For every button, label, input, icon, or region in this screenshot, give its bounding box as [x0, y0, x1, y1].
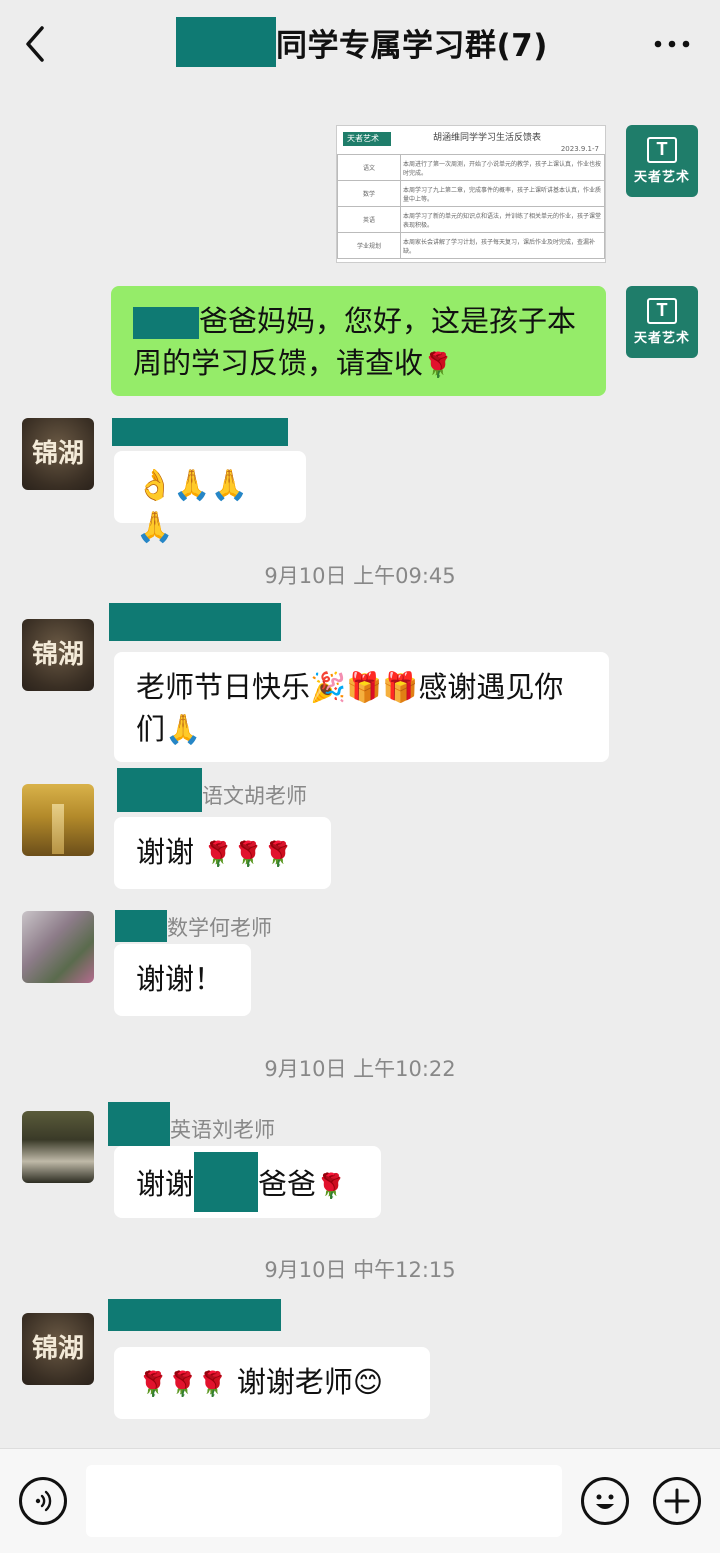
sender-name	[108, 1299, 281, 1331]
sheet-logo: 天者艺术	[343, 132, 391, 146]
avatar[interactable]: 锦湖	[22, 418, 94, 490]
message-text: 谢谢老师😊	[236, 1365, 384, 1399]
message-bubble[interactable]: 谢谢 爸爸🌹	[114, 1146, 381, 1218]
back-button[interactable]	[16, 22, 56, 66]
redacted-block	[112, 418, 288, 446]
chat-header: 同学专属学习群(7)	[0, 0, 720, 88]
more-button[interactable]	[652, 26, 692, 62]
sheet-date: 2023.9.1-7	[560, 145, 599, 153]
message-text: 爸爸	[258, 1167, 317, 1201]
brand-logo-icon: T	[647, 137, 677, 163]
message-text: 谢谢	[136, 835, 195, 869]
feedback-image-message[interactable]: 天者艺术 胡涵维同学学习生活反馈表 2023.9.1-7 语文 本周进行了第一次周…	[336, 125, 606, 263]
emoji-icon	[596, 1494, 614, 1509]
sheet-title: 胡涵维同学学习生活反馈表	[433, 133, 542, 143]
message-bubble[interactable]: 老师节日快乐🎉🎁🎁感谢遇见你们🙏	[114, 652, 609, 762]
avatar[interactable]: T 天者艺术	[626, 286, 698, 358]
sender-name	[109, 603, 281, 641]
table-row: 学业规划 本周家长会讲解了学习计划，孩子每天复习，课后作业及时完成，查漏补缺。	[337, 232, 605, 259]
redacted-block	[108, 1102, 170, 1146]
timestamp: 9月10日 上午09:45	[264, 564, 456, 588]
message-input[interactable]	[86, 1465, 562, 1537]
sender-name: 英语刘老师	[108, 1102, 275, 1146]
redacted-block	[115, 910, 167, 942]
avatar[interactable]	[22, 784, 94, 856]
rose-icon: 🌹	[423, 351, 453, 379]
avatar[interactable]: 锦湖	[22, 1313, 94, 1385]
redacted-block	[194, 1152, 259, 1212]
message-text: 谢谢！	[136, 962, 224, 996]
message-bubble[interactable]: 谢谢 🌹🌹🌹	[114, 817, 331, 889]
chat-messages: T 天者艺术 天者艺术 胡涵维同学学习生活反馈表 2023.9.1-7 语文 本周…	[0, 88, 720, 1448]
message-text: 爸爸妈妈，您好，这是孩子本周的学习反馈，请查收	[133, 304, 577, 380]
rose-icon: 🌹🌹🌹	[138, 1370, 228, 1398]
table-row: 英语 本周学习了新的单元的知识点和语法，并训练了相关单元的作业，孩子课堂表现积极。	[337, 206, 605, 233]
table-row: 语文 本周进行了第一次周测，开始了小说单元的教学，孩子上课认真，作业也按时完成。	[337, 154, 605, 181]
redacted-block	[109, 603, 281, 641]
table-row: 数学 本周学习了九上第二章，完成事件的概率，孩子上课听讲基本认真，作业质量中上等。	[337, 180, 605, 207]
chevron-left-icon	[26, 26, 44, 62]
sender-name: 数学何老师	[115, 908, 272, 942]
message-text: 老师节日快乐🎉🎁🎁感谢遇见你们🙏	[136, 670, 564, 746]
message-bubble[interactable]: 🌹🌹🌹 谢谢老师😊	[114, 1347, 430, 1419]
plus-button[interactable]	[653, 1477, 701, 1525]
voice-button[interactable]	[19, 1477, 67, 1525]
avatar[interactable]: 锦湖	[22, 619, 94, 691]
avatar[interactable]: T 天者艺术	[626, 125, 698, 197]
emoji-button[interactable]	[581, 1477, 629, 1525]
message-bubble[interactable]: 爸爸妈妈，您好，这是孩子本周的学习反馈，请查收🌹	[111, 286, 606, 396]
redacted-block	[133, 307, 199, 339]
redacted-block	[176, 17, 276, 67]
chat-title: 同学专属学习群(7)	[176, 14, 548, 70]
brand-logo-icon: T	[647, 298, 677, 324]
redacted-block	[117, 768, 202, 812]
avatar[interactable]	[22, 911, 94, 983]
input-bar	[0, 1448, 720, 1553]
brand-name: 天者艺术	[633, 170, 690, 185]
rose-icon: 🌹🌹🌹	[203, 840, 293, 868]
rose-icon: 🌹	[316, 1172, 346, 1200]
sender-name: 语文胡老师	[117, 768, 307, 812]
message-bubble[interactable]: 谢谢！	[114, 944, 251, 1016]
voice-icon	[35, 1490, 52, 1512]
avatar[interactable]	[22, 1111, 94, 1183]
redacted-block	[108, 1299, 281, 1331]
group-title: 同学专属学习群(7)	[276, 27, 548, 64]
ok-hand-icon: 👌🙏🙏🙏	[136, 468, 249, 545]
timestamp: 9月10日 中午12:15	[264, 1258, 456, 1282]
plus-icon	[664, 1488, 690, 1514]
more-dots-icon	[654, 40, 690, 48]
feedback-table: 语文 本周进行了第一次周测，开始了小说单元的教学，孩子上课认真，作业也按时完成。 …	[337, 154, 605, 259]
message-bubble[interactable]: 👌🙏🙏🙏	[114, 451, 306, 545]
timestamp: 9月10日 上午10:22	[264, 1057, 456, 1081]
sender-name	[112, 418, 288, 446]
message-text: 谢谢	[136, 1167, 195, 1201]
